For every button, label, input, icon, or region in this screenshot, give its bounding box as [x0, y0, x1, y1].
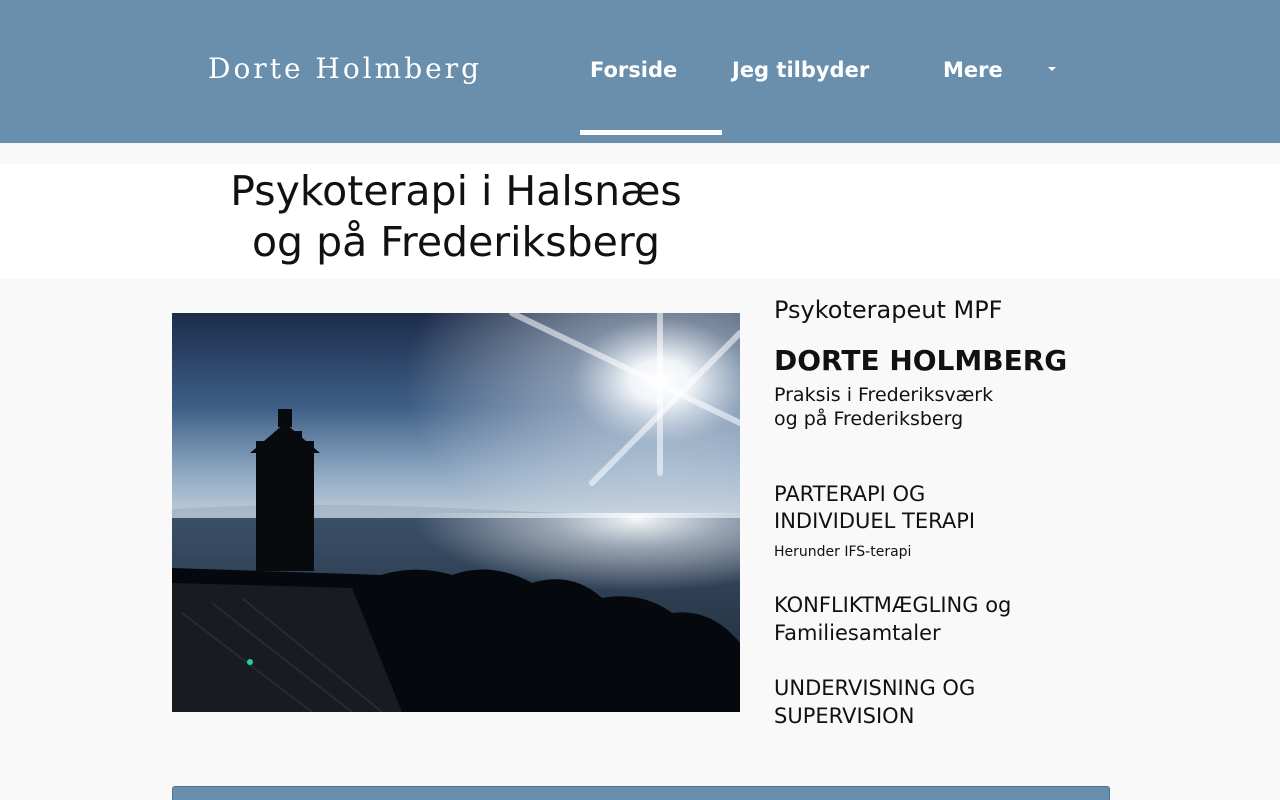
nav-active-indicator: [580, 130, 722, 135]
profile-location-line-1: Praksis i Frederiksværk: [774, 384, 994, 406]
service-teaching-supervision: UNDERVISNING OG SUPERVISION: [774, 674, 975, 730]
profile-name: DORTE HOLMBERG: [774, 344, 1068, 377]
nav-item-jeg-tilbyder[interactable]: Jeg tilbyder: [732, 58, 869, 82]
service-note: Herunder IFS-terapi: [774, 544, 912, 560]
site-header: Dorte Holmberg Forside Jeg tilbyder Mere: [0, 0, 1280, 143]
nav-item-mere[interactable]: Mere: [943, 58, 1003, 82]
service-line-2: Familiesamtaler: [774, 621, 941, 645]
service-couples-individual: PARTERAPI OG INDIVIDUEL TERAPI: [774, 481, 975, 535]
service-line-1: PARTERAPI OG: [774, 482, 926, 506]
profile-location: Praksis i Frederiksværk og på Frederiksb…: [774, 383, 993, 431]
profile-location-line-2: og på Frederiksberg: [774, 408, 964, 430]
service-line-1: KONFLIKTMÆGLING og: [774, 593, 1012, 617]
service-line-2: INDIVIDUEL TERAPI: [774, 509, 976, 533]
brand-logo-text[interactable]: Dorte Holmberg: [208, 52, 482, 85]
profile-subtitle: Psykoterapeut MPF: [774, 296, 1003, 324]
service-line-1: UNDERVISNING OG: [774, 676, 976, 700]
page-title: Psykoterapi i Halsnæs og på Frederiksber…: [200, 166, 712, 268]
service-conflict-mediation: KONFLIKTMÆGLING og Familiesamtaler: [774, 591, 1011, 647]
chevron-down-icon[interactable]: [1048, 67, 1056, 71]
page-title-line-2: og på Frederiksberg: [251, 218, 661, 266]
hero-photo-lighthouse-sea: [172, 313, 740, 712]
nav-item-forside[interactable]: Forside: [590, 58, 677, 82]
content-strip: [172, 786, 1110, 800]
service-line-2: SUPERVISION: [774, 704, 915, 728]
page-title-line-1: Psykoterapi i Halsnæs: [230, 167, 682, 215]
